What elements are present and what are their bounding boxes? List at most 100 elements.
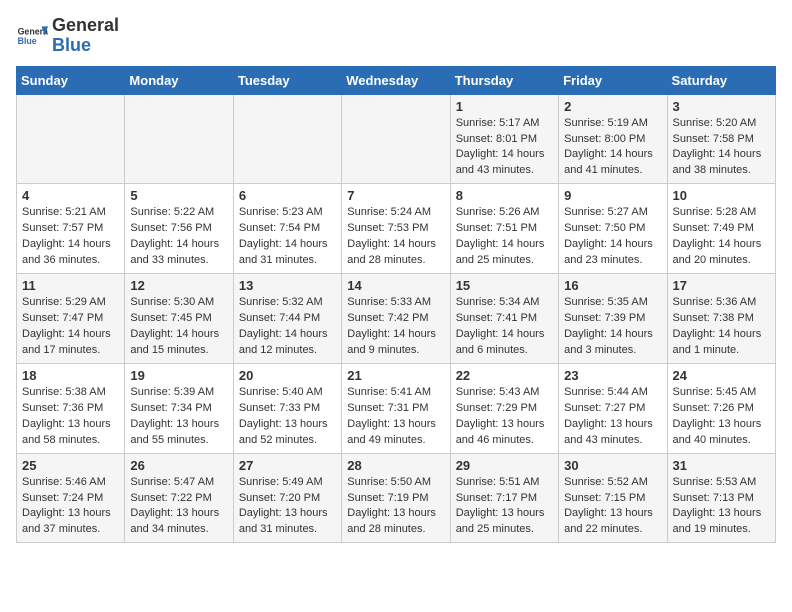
day-content: Sunrise: 5:23 AM Sunset: 7:54 PM Dayligh… [239,205,336,269]
calendar-cell: 9 Sunrise: 5:27 AM Sunset: 7:50 PM Daylig… [559,184,667,274]
calendar-cell: 26 Sunrise: 5:47 AM Sunset: 7:22 PM Dayli… [125,453,233,543]
header-day-saturday: Saturday [667,66,775,94]
day-number: 18 [22,368,119,383]
day-content: Sunrise: 5:32 AM Sunset: 7:44 PM Dayligh… [239,295,336,359]
calendar-week-row: 1Sunrise: 5:17 AM Sunset: 8:01 PM Daylig… [17,94,776,184]
day-number: 23 [564,368,661,383]
day-content: Sunrise: 5:30 AM Sunset: 7:45 PM Dayligh… [130,295,227,359]
header-day-friday: Friday [559,66,667,94]
calendar-week-row: 4 Sunrise: 5:21 AM Sunset: 7:57 PM Daylig… [17,184,776,274]
day-content: Sunrise: 5:45 AM Sunset: 7:26 PM Dayligh… [673,385,770,449]
day-content: Sunrise: 5:53 AM Sunset: 7:13 PM Dayligh… [673,475,770,539]
calendar-cell: 17 Sunrise: 5:36 AM Sunset: 7:38 PM Dayli… [667,274,775,364]
calendar-cell: 30 Sunrise: 5:52 AM Sunset: 7:15 PM Dayli… [559,453,667,543]
day-number: 12 [130,278,227,293]
day-number: 6 [239,188,336,203]
day-number: 21 [347,368,444,383]
calendar-cell: 4 Sunrise: 5:21 AM Sunset: 7:57 PM Daylig… [17,184,125,274]
day-content: Sunrise: 5:49 AM Sunset: 7:20 PM Dayligh… [239,475,336,539]
day-number: 31 [673,458,770,473]
calendar-cell: 16 Sunrise: 5:35 AM Sunset: 7:39 PM Dayli… [559,274,667,364]
day-number: 11 [22,278,119,293]
day-number: 8 [456,188,553,203]
day-number: 22 [456,368,553,383]
day-content: Sunrise: 5:39 AM Sunset: 7:34 PM Dayligh… [130,385,227,449]
day-number: 25 [22,458,119,473]
day-content: Sunrise: 5:21 AM Sunset: 7:57 PM Dayligh… [22,205,119,269]
day-number: 20 [239,368,336,383]
calendar-cell: 31 Sunrise: 5:53 AM Sunset: 7:13 PM Dayli… [667,453,775,543]
day-number: 9 [564,188,661,203]
day-number: 2 [564,99,661,114]
calendar-cell: 7 Sunrise: 5:24 AM Sunset: 7:53 PM Daylig… [342,184,450,274]
logo-general: General [52,15,119,35]
calendar-cell: 8 Sunrise: 5:26 AM Sunset: 7:51 PM Daylig… [450,184,558,274]
day-number: 28 [347,458,444,473]
calendar-week-row: 25 Sunrise: 5:46 AM Sunset: 7:24 PM Dayli… [17,453,776,543]
day-number: 29 [456,458,553,473]
calendar-cell: 2 Sunrise: 5:19 AM Sunset: 8:00 PM Daylig… [559,94,667,184]
day-content: Sunrise: 5:40 AM Sunset: 7:33 PM Dayligh… [239,385,336,449]
calendar-cell: 19 Sunrise: 5:39 AM Sunset: 7:34 PM Dayli… [125,363,233,453]
day-content: Sunrise: 5:41 AM Sunset: 7:31 PM Dayligh… [347,385,444,449]
day-content: Sunrise: 5:27 AM Sunset: 7:50 PM Dayligh… [564,205,661,269]
day-number: 26 [130,458,227,473]
day-number: 5 [130,188,227,203]
day-number: 30 [564,458,661,473]
day-number: 15 [456,278,553,293]
calendar-cell: 14Sunrise: 5:33 AM Sunset: 7:42 PM Dayli… [342,274,450,364]
day-number: 7 [347,188,444,203]
day-content: Sunrise: 5:36 AM Sunset: 7:38 PM Dayligh… [673,295,770,359]
calendar-cell: 3Sunrise: 5:20 AM Sunset: 7:58 PM Daylig… [667,94,775,184]
day-number: 1 [456,99,553,114]
page-header: General Blue General Blue [16,16,776,56]
calendar-cell: 20 Sunrise: 5:40 AM Sunset: 7:33 PM Dayli… [233,363,341,453]
day-content: Sunrise: 5:34 AM Sunset: 7:41 PM Dayligh… [456,295,553,359]
day-number: 4 [22,188,119,203]
header-day-monday: Monday [125,66,233,94]
header-day-tuesday: Tuesday [233,66,341,94]
day-content: Sunrise: 5:33 AM Sunset: 7:42 PM Dayligh… [347,295,444,359]
calendar-cell: 24 Sunrise: 5:45 AM Sunset: 7:26 PM Dayli… [667,363,775,453]
day-number: 10 [673,188,770,203]
calendar-cell: 6 Sunrise: 5:23 AM Sunset: 7:54 PM Daylig… [233,184,341,274]
calendar-cell: 12 Sunrise: 5:30 AM Sunset: 7:45 PM Dayli… [125,274,233,364]
logo-blue: Blue [52,35,91,55]
day-content: Sunrise: 5:47 AM Sunset: 7:22 PM Dayligh… [130,475,227,539]
day-content: Sunrise: 5:52 AM Sunset: 7:15 PM Dayligh… [564,475,661,539]
calendar-cell: 1Sunrise: 5:17 AM Sunset: 8:01 PM Daylig… [450,94,558,184]
calendar-cell: 27 Sunrise: 5:49 AM Sunset: 7:20 PM Dayli… [233,453,341,543]
day-number: 3 [673,99,770,114]
calendar-cell [17,94,125,184]
calendar-cell: 21 Sunrise: 5:41 AM Sunset: 7:31 PM Dayli… [342,363,450,453]
header-day-wednesday: Wednesday [342,66,450,94]
logo-icon: General Blue [16,20,48,52]
header-day-sunday: Sunday [17,66,125,94]
day-number: 13 [239,278,336,293]
day-content: Sunrise: 5:28 AM Sunset: 7:49 PM Dayligh… [673,205,770,269]
day-number: 24 [673,368,770,383]
calendar-cell: 18 Sunrise: 5:38 AM Sunset: 7:36 PM Dayli… [17,363,125,453]
day-content: Sunrise: 5:35 AM Sunset: 7:39 PM Dayligh… [564,295,661,359]
day-content: Sunrise: 5:26 AM Sunset: 7:51 PM Dayligh… [456,205,553,269]
day-content: Sunrise: 5:46 AM Sunset: 7:24 PM Dayligh… [22,475,119,539]
calendar-cell [342,94,450,184]
day-number: 27 [239,458,336,473]
calendar-header-row: SundayMondayTuesdayWednesdayThursdayFrid… [17,66,776,94]
calendar-cell: 29Sunrise: 5:51 AM Sunset: 7:17 PM Dayli… [450,453,558,543]
day-content: Sunrise: 5:50 AM Sunset: 7:19 PM Dayligh… [347,475,444,539]
day-content: Sunrise: 5:38 AM Sunset: 7:36 PM Dayligh… [22,385,119,449]
calendar-cell: 11Sunrise: 5:29 AM Sunset: 7:47 PM Dayli… [17,274,125,364]
calendar-cell: 15 Sunrise: 5:34 AM Sunset: 7:41 PM Dayli… [450,274,558,364]
calendar-week-row: 11Sunrise: 5:29 AM Sunset: 7:47 PM Dayli… [17,274,776,364]
svg-text:Blue: Blue [18,36,37,46]
day-content: Sunrise: 5:19 AM Sunset: 8:00 PM Dayligh… [564,116,661,180]
calendar-cell: 28 Sunrise: 5:50 AM Sunset: 7:19 PM Dayli… [342,453,450,543]
calendar-cell [125,94,233,184]
day-number: 19 [130,368,227,383]
day-content: Sunrise: 5:24 AM Sunset: 7:53 PM Dayligh… [347,205,444,269]
calendar-cell: 22Sunrise: 5:43 AM Sunset: 7:29 PM Dayli… [450,363,558,453]
header-day-thursday: Thursday [450,66,558,94]
day-number: 17 [673,278,770,293]
day-number: 16 [564,278,661,293]
